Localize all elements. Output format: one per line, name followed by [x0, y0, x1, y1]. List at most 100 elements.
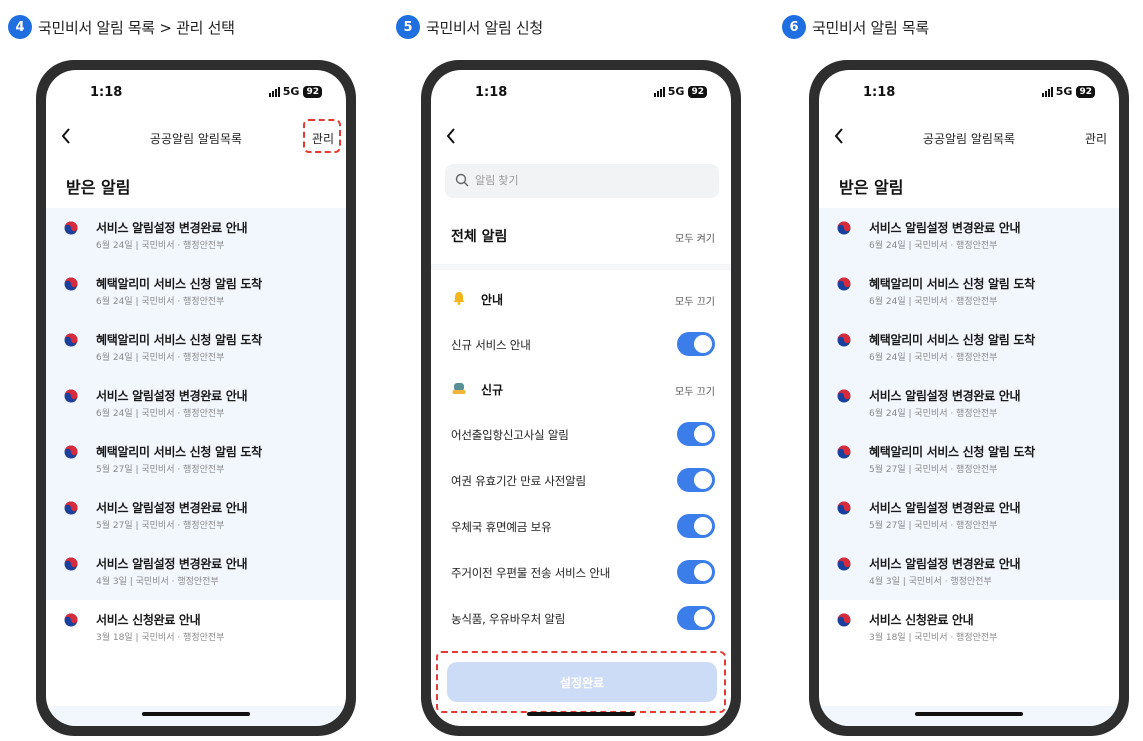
network-type: 5G — [282, 85, 300, 98]
item-meta: 5월 27일 | 국민비서 · 행정안전부 — [96, 465, 225, 475]
settings-group-title: 신규 — [481, 383, 504, 397]
nav-bar: 공공알림 알림목록 관리 — [819, 116, 1119, 160]
notification-toggle[interactable] — [677, 422, 715, 446]
page-title: 공공알림 알림목록 — [922, 132, 1016, 146]
nav-bar — [431, 116, 731, 160]
item-title: 혜택알리미 서비스 신청 알림 도착 — [869, 445, 1035, 459]
taegeuk-logo-icon — [837, 557, 851, 571]
notification-toggle[interactable] — [677, 514, 715, 538]
list-item[interactable]: 서비스 알림설정 변경완료 안내 4월 3일 | 국민비서 · 행정안전부 — [819, 544, 1119, 600]
taegeuk-logo-icon — [837, 221, 851, 235]
list-item[interactable]: 혜택알리미 서비스 신청 알림 도착 6월 24일 | 국민비서 · 행정안전부 — [46, 320, 346, 376]
taegeuk-logo-icon — [64, 389, 78, 403]
item-meta: 6월 24일 | 국민비서 · 행정안전부 — [869, 297, 998, 307]
status-indicators: 5G 92 — [1041, 85, 1095, 98]
list-item[interactable]: 서비스 알림설정 변경완료 안내 4월 3일 | 국민비서 · 행정안전부 — [46, 544, 346, 600]
list-item[interactable]: 혜택알리미 서비스 신청 알림 도착 5월 27일 | 국민비서 · 행정안전부 — [46, 432, 346, 488]
item-meta: 6월 24일 | 국민비서 · 행정안전부 — [96, 409, 225, 419]
item-title: 혜택알리미 서비스 신청 알림 도착 — [869, 333, 1035, 347]
status-time: 1:18 — [475, 85, 508, 100]
list-item[interactable]: 혜택알리미 서비스 신청 알림 도착 5월 27일 | 국민비서 · 행정안전부 — [819, 432, 1119, 488]
item-meta: 3월 18일 | 국민비서 · 행정안전부 — [96, 633, 225, 643]
section-title: 받은 알림 — [66, 178, 131, 197]
signal-icon — [653, 86, 665, 97]
item-meta: 6월 24일 | 국민비서 · 행정안전부 — [96, 297, 225, 307]
taegeuk-logo-icon — [64, 277, 78, 291]
status-bar: 1:18 5G 92 — [431, 70, 731, 116]
all-notifications-row: 전체 알림 모두 켜기 — [431, 216, 731, 256]
item-title: 서비스 알림설정 변경완료 안내 — [869, 389, 1021, 403]
taegeuk-logo-icon — [64, 221, 78, 235]
list-item[interactable]: 서비스 알림설정 변경완료 안내 5월 27일 | 국민비서 · 행정안전부 — [46, 488, 346, 544]
setting-label: 어선출입항신고사실 알림 — [451, 428, 569, 442]
search-bar[interactable] — [445, 164, 719, 198]
battery-badge: 92 — [688, 85, 707, 98]
list-item[interactable]: 서비스 신청완료 안내 3월 18일 | 국민비서 · 행정안전부 — [819, 600, 1119, 656]
back-arrow-icon[interactable] — [445, 126, 461, 146]
all-notifications-title: 전체 알림 — [451, 229, 508, 245]
list-item[interactable]: 서비스 알림설정 변경완료 안내 6월 24일 | 국민비서 · 행정안전부 — [46, 376, 346, 432]
turn-all-on-button[interactable]: 모두 켜기 — [675, 230, 715, 245]
list-item[interactable]: 서비스 알림설정 변경완료 안내 6월 24일 | 국민비서 · 행정안전부 — [46, 208, 346, 264]
step-number: 6 — [782, 15, 806, 39]
taegeuk-logo-icon — [837, 277, 851, 291]
settings-group-header: 안내 모두 끄기 — [431, 280, 731, 318]
bell-icon — [453, 292, 465, 305]
notification-toggle[interactable] — [677, 606, 715, 630]
notification-toggle[interactable] — [677, 332, 715, 356]
turn-all-off-button[interactable]: 모두 끄기 — [675, 293, 715, 308]
status-bar: 1:18 5G 92 — [819, 70, 1119, 116]
taegeuk-logo-icon — [837, 445, 851, 459]
list-item[interactable]: 혜택알리미 서비스 신청 알림 도착 6월 24일 | 국민비서 · 행정안전부 — [46, 264, 346, 320]
phone-frame-settings: 1:18 5G 92 전체 알림 모두 켜기 안내모두 끄기신규 서비스 안내신… — [421, 60, 741, 736]
item-meta: 6월 24일 | 국민비서 · 행정안전부 — [869, 241, 998, 251]
settings-row: 신규 서비스 안내 — [431, 324, 731, 364]
item-title: 혜택알리미 서비스 신청 알림 도착 — [96, 445, 262, 459]
new-badge-icon — [452, 383, 466, 394]
item-title: 혜택알리미 서비스 신청 알림 도착 — [96, 333, 262, 347]
bottom-area — [819, 706, 1119, 726]
item-meta: 5월 27일 | 국민비서 · 행정안전부 — [869, 521, 998, 531]
taegeuk-logo-icon — [64, 613, 78, 627]
battery-badge: 92 — [1076, 85, 1095, 98]
setting-label: 우체국 휴면예금 보유 — [451, 520, 552, 534]
list-item[interactable]: 서비스 신청완료 안내 3월 18일 | 국민비서 · 행정안전부 — [46, 600, 346, 656]
taegeuk-logo-icon — [64, 333, 78, 347]
item-meta: 4월 3일 | 국민비서 · 행정안전부 — [869, 577, 992, 587]
phone-screen: 1:18 5G 92 전체 알림 모두 켜기 안내모두 끄기신규 서비스 안내신… — [431, 70, 731, 726]
list-item[interactable]: 서비스 알림설정 변경완료 안내 6월 24일 | 국민비서 · 행정안전부 — [819, 208, 1119, 264]
divider — [431, 264, 731, 270]
taegeuk-logo-icon — [837, 613, 851, 627]
settings-group-title: 안내 — [481, 293, 504, 307]
status-time: 1:18 — [863, 85, 896, 100]
list-item[interactable]: 서비스 알림설정 변경완료 안내 6월 24일 | 국민비서 · 행정안전부 — [819, 376, 1119, 432]
notification-toggle[interactable] — [677, 468, 715, 492]
item-title: 혜택알리미 서비스 신청 알림 도착 — [96, 277, 262, 291]
list-item[interactable]: 혜택알리미 서비스 신청 알림 도착 6월 24일 | 국민비서 · 행정안전부 — [819, 264, 1119, 320]
taegeuk-logo-icon — [837, 389, 851, 403]
notification-toggle[interactable] — [677, 560, 715, 584]
home-indicator — [915, 712, 1023, 716]
taegeuk-logo-icon — [64, 501, 78, 515]
item-title: 서비스 신청완료 안내 — [869, 613, 974, 627]
done-button[interactable]: 설정완료 — [447, 662, 717, 702]
settings-row: 농식품, 우유바우처 알림 — [431, 598, 731, 638]
signal-icon — [268, 86, 280, 97]
step-title: 국민비서 알림 목록 — [812, 18, 929, 37]
list-item[interactable]: 혜택알리미 서비스 신청 알림 도착 6월 24일 | 국민비서 · 행정안전부 — [819, 320, 1119, 376]
item-meta: 6월 24일 | 국민비서 · 행정안전부 — [869, 409, 998, 419]
list-item[interactable]: 서비스 알림설정 변경완료 안내 5월 27일 | 국민비서 · 행정안전부 — [819, 488, 1119, 544]
item-title: 혜택알리미 서비스 신청 알림 도착 — [869, 277, 1035, 291]
page-title: 공공알림 알림목록 — [149, 132, 243, 146]
settings-row: 주거이전 우편물 전송 서비스 안내 — [431, 552, 731, 592]
setting-label: 주거이전 우편물 전송 서비스 안내 — [451, 566, 611, 580]
manage-button[interactable]: 관리 — [1085, 130, 1107, 147]
bottom-area — [46, 706, 346, 726]
item-meta: 5월 27일 | 국민비서 · 행정안전부 — [869, 465, 998, 475]
status-indicators: 5G 92 — [653, 85, 707, 98]
step-title: 국민비서 알림 신청 — [426, 18, 543, 37]
turn-all-off-button[interactable]: 모두 끄기 — [675, 383, 715, 398]
search-input[interactable] — [475, 164, 705, 198]
phone-screen: 1:18 5G 92 공공알림 알림목록 관리 받은 알림 서비스 알림설정 변… — [46, 70, 346, 726]
step-label-6: 6 국민비서 알림 목록 — [782, 14, 929, 40]
